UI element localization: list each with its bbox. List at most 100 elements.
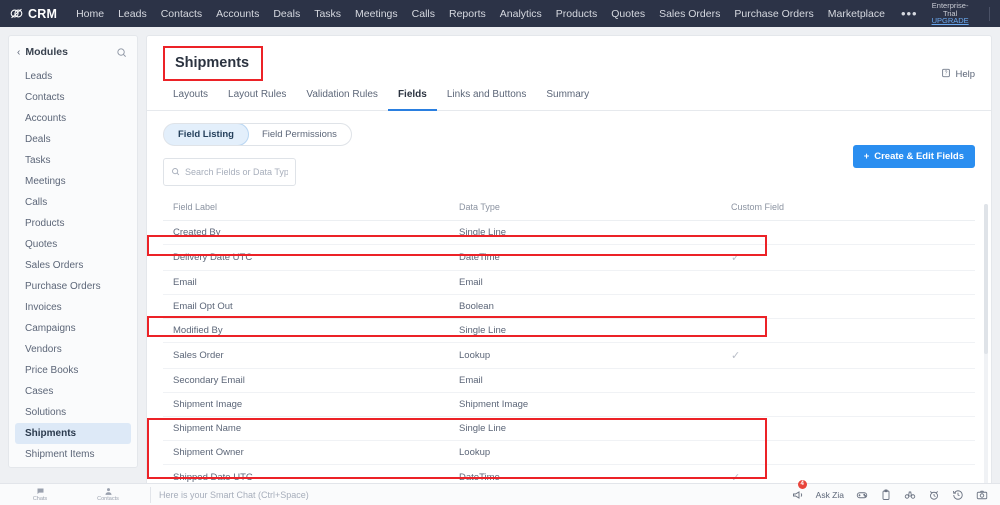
sidebar-item-sales-orders[interactable]: Sales Orders — [15, 255, 131, 276]
nav-more-icon[interactable]: ••• — [892, 7, 927, 20]
upgrade-link[interactable]: UPGRADE — [927, 17, 974, 25]
cell-data-type: Lookup — [449, 342, 721, 369]
sidebar-item-contacts[interactable]: Contacts — [15, 87, 131, 108]
column-header-custom-field[interactable]: Custom Field — [721, 197, 975, 221]
nav-item-leads[interactable]: Leads — [111, 3, 154, 25]
nav-item-reports[interactable]: Reports — [442, 3, 493, 25]
table-row[interactable]: Created By Single Line — [163, 220, 975, 245]
binoculars-icon[interactable] — [898, 485, 922, 505]
nav-item-products[interactable]: Products — [549, 3, 604, 25]
sidebar-item-products[interactable]: Products — [15, 213, 131, 234]
table-row[interactable]: Email Email — [163, 270, 975, 295]
camera-icon[interactable] — [970, 485, 994, 505]
sidebar-item-accounts[interactable]: Accounts — [15, 108, 131, 129]
column-header-field-label[interactable]: Field Label — [163, 197, 449, 221]
tab-layout-rules[interactable]: Layout Rules — [218, 83, 296, 111]
table-row[interactable]: Sales Order Lookup ✓ — [163, 342, 975, 369]
table-row[interactable]: Shipment Owner Lookup — [163, 440, 975, 465]
sidebar-item-cases[interactable]: Cases — [15, 381, 131, 402]
segment-field-listing[interactable]: Field Listing — [163, 124, 249, 145]
scrollbar-thumb[interactable] — [984, 204, 988, 354]
tab-links-and-buttons[interactable]: Links and Buttons — [437, 83, 537, 111]
game-controller-icon[interactable] — [850, 485, 874, 505]
nav-item-contacts[interactable]: Contacts — [154, 3, 209, 25]
nav-item-tasks[interactable]: Tasks — [307, 3, 348, 25]
sidebar-item-purchase-orders[interactable]: Purchase Orders — [15, 276, 131, 297]
table-row[interactable]: Email Opt Out Boolean — [163, 294, 975, 319]
plus-icon: + — [863, 151, 870, 162]
tab-summary[interactable]: Summary — [536, 83, 599, 111]
chats-tile[interactable]: Chats — [6, 487, 74, 502]
cell-custom-field — [721, 440, 975, 465]
contacts-tile[interactable]: Contacts — [74, 487, 142, 502]
nav-item-home[interactable]: Home — [69, 3, 111, 25]
history-clock-icon[interactable] — [946, 485, 970, 505]
sidebar-item-tasks[interactable]: Tasks — [15, 150, 131, 171]
crm-logo[interactable]: CRM — [9, 6, 57, 21]
cell-custom-field — [721, 220, 975, 245]
sidebar-item-quotes[interactable]: Quotes — [15, 234, 131, 255]
nav-item-accounts[interactable]: Accounts — [209, 3, 266, 25]
main-header: Shipments ? Help — [147, 36, 991, 81]
sidebar-item-deals[interactable]: Deals — [15, 129, 131, 150]
table-row[interactable]: Shipment Image Shipment Image — [163, 392, 975, 417]
cell-data-type: Single Line — [449, 220, 721, 245]
column-header-data-type[interactable]: Data Type — [449, 197, 721, 221]
cell-field-label: Shipment Name — [163, 416, 449, 441]
nav-item-sales-orders[interactable]: Sales Orders — [652, 3, 727, 25]
smart-chat-placeholder[interactable]: Here is your Smart Chat (Ctrl+Space) — [159, 490, 309, 500]
table-row[interactable]: Shipment Name Single Line — [163, 416, 975, 441]
segment-field-permissions[interactable]: Field Permissions — [248, 124, 351, 145]
sidebar-item-shipments[interactable]: Shipments — [15, 423, 131, 444]
sidebar-item-shipment-items[interactable]: Shipment Items — [15, 444, 131, 465]
announcement-megaphone-icon[interactable]: 4 — [786, 479, 810, 505]
crm-logo-text: CRM — [28, 6, 58, 21]
vertical-scrollbar[interactable] — [984, 204, 988, 504]
ask-zia-button[interactable]: Ask Zia — [810, 490, 850, 500]
page-body: ‹ Modules Leads Contacts Accounts Deals … — [0, 27, 1000, 505]
sidebar-item-leads[interactable]: Leads — [15, 66, 131, 87]
nav-item-marketplace[interactable]: Marketplace — [821, 3, 892, 25]
sidebar-item-meetings[interactable]: Meetings — [15, 171, 131, 192]
sidebar-item-invoices[interactable]: Invoices — [15, 297, 131, 318]
back-chevron-icon[interactable]: ‹ — [17, 47, 20, 58]
field-view-segmented-control: Field Listing Field Permissions — [163, 123, 352, 146]
cell-custom-field — [721, 416, 975, 441]
create-and-edit-fields-button[interactable]: + Create & Edit Fields — [852, 145, 975, 168]
nav-item-deals[interactable]: Deals — [266, 3, 307, 25]
modules-sidebar: ‹ Modules Leads Contacts Accounts Deals … — [8, 35, 138, 468]
table-row[interactable]: Modified By Single Line — [163, 318, 975, 343]
cell-field-label: Delivery Date UTC — [163, 244, 449, 271]
nav-item-analytics[interactable]: Analytics — [493, 3, 549, 25]
module-tabs: Layouts Layout Rules Validation Rules Fi… — [147, 83, 991, 111]
nav-item-purchase-orders[interactable]: Purchase Orders — [727, 3, 820, 25]
nav-item-meetings[interactable]: Meetings — [348, 3, 405, 25]
sidebar-search-icon[interactable] — [116, 47, 127, 58]
trial-label: Enterprise-Trial — [931, 0, 969, 18]
sidebar-item-vendors[interactable]: Vendors — [15, 339, 131, 360]
clipboard-icon[interactable] — [874, 485, 898, 505]
tab-fields[interactable]: Fields — [387, 83, 437, 111]
search-icon[interactable] — [997, 3, 1000, 25]
zoho-logo-icon — [9, 6, 24, 21]
tab-layouts[interactable]: Layouts — [163, 83, 218, 111]
fields-table-head: Field Label Data Type Custom Field — [163, 197, 975, 221]
sidebar-item-campaigns[interactable]: Campaigns — [15, 318, 131, 339]
tab-validation-rules[interactable]: Validation Rules — [296, 83, 388, 111]
top-nav-right-group: Enterprise-Trial UPGRADE — [927, 0, 1000, 26]
cell-data-type: Lookup — [449, 440, 721, 465]
nav-item-calls[interactable]: Calls — [405, 3, 442, 25]
sidebar-item-price-books[interactable]: Price Books — [15, 360, 131, 381]
table-row[interactable]: Secondary Email Email — [163, 368, 975, 393]
main-content-panel: Shipments ? Help Layouts Layout Rules Va… — [146, 35, 992, 505]
sidebar-item-solutions[interactable]: Solutions — [15, 402, 131, 423]
fields-toolbar: Field Listing Field Permissions + Create… — [147, 111, 991, 186]
nav-item-quotes[interactable]: Quotes — [604, 3, 652, 25]
divider — [150, 486, 151, 503]
search-input[interactable] — [185, 167, 288, 177]
help-button[interactable]: ? Help — [941, 68, 975, 81]
sidebar-item-calls[interactable]: Calls — [15, 192, 131, 213]
table-row[interactable]: Delivery Date UTC DateTime ✓ — [163, 244, 975, 271]
search-fields-box[interactable] — [163, 158, 296, 186]
alarm-clock-icon[interactable] — [922, 485, 946, 505]
